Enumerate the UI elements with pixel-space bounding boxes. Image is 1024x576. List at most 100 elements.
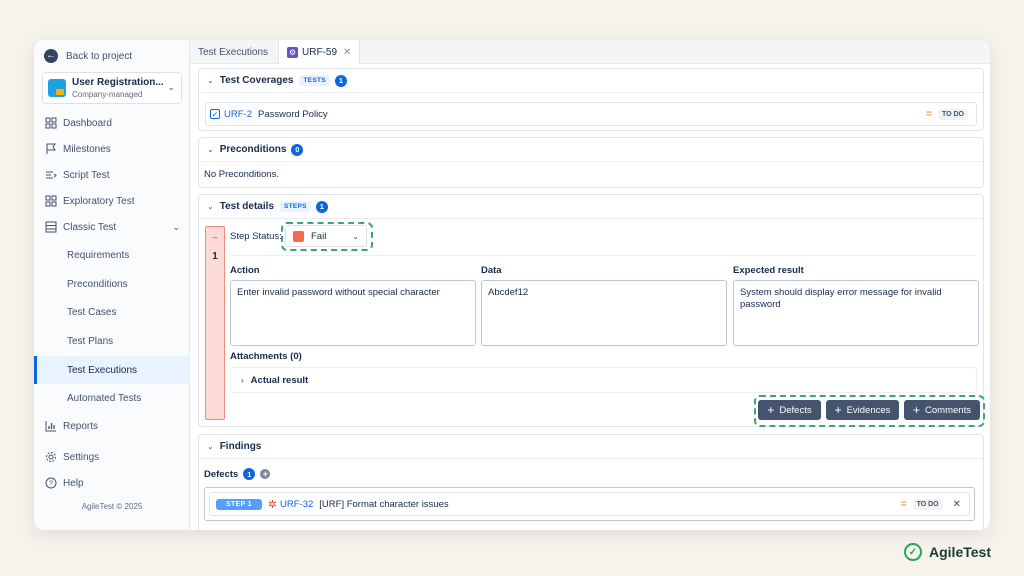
- copyright-text: AgileTest © 2025: [81, 502, 143, 511]
- tab-urf-59[interactable]: ⚙ URF-59 ✕: [278, 40, 361, 64]
- count-badge: 1: [334, 74, 347, 87]
- sidebar-item-label: Dashboard: [63, 117, 112, 129]
- gear-icon: [45, 451, 57, 463]
- script-icon: [45, 169, 57, 181]
- chart-icon: [45, 420, 57, 432]
- chevron-down-icon: ⌄: [207, 145, 214, 154]
- sidebar-item-preconditions[interactable]: Preconditions: [34, 270, 190, 298]
- sidebar-item-label: Help: [63, 477, 84, 489]
- brand-name: AgileTest: [929, 544, 991, 560]
- defects-header: Defects 1 +: [204, 468, 271, 480]
- sidebar-item-classic-test[interactable]: Classic Test ⌄: [34, 214, 190, 240]
- add-defects-button[interactable]: + Defects: [758, 400, 821, 420]
- count-badge: 1: [243, 468, 256, 480]
- sidebar-item-label: Exploratory Test: [63, 195, 135, 207]
- back-to-project-link[interactable]: ← Back to project: [44, 45, 132, 67]
- data-field[interactable]: Abcdef12: [481, 280, 727, 346]
- plus-icon: +: [913, 403, 921, 417]
- sidebar-item-label: Preconditions: [67, 278, 128, 290]
- section-title: Test details: [219, 201, 274, 212]
- help-icon: ?: [45, 477, 57, 489]
- findings-panel: ⌄ Findings Defects 1 + STEP 1 ✲ URF-32 […: [198, 434, 984, 530]
- issue-key-link[interactable]: URF-2: [224, 109, 252, 120]
- expected-result-field[interactable]: System should display error message for …: [733, 280, 979, 346]
- svg-text:?: ?: [49, 481, 53, 488]
- action-field[interactable]: Enter invalid password without special c…: [230, 280, 476, 346]
- preconditions-header[interactable]: ⌄ Preconditions 0: [199, 138, 983, 162]
- section-title: Preconditions: [219, 144, 287, 155]
- add-evidences-button[interactable]: + Evidences: [826, 400, 899, 420]
- sidebar-item-exploratory-test[interactable]: Exploratory Test: [34, 188, 190, 214]
- defect-title: [URF] Format character issues: [319, 498, 449, 510]
- status-badge: TO DO: [937, 108, 968, 120]
- tab-label: URF-59: [302, 46, 338, 58]
- sidebar-item-test-plans[interactable]: Test Plans: [34, 327, 190, 355]
- steps-lozenge: STEPS: [279, 201, 311, 212]
- no-preconditions-text: No Preconditions.: [204, 169, 279, 180]
- step-status-label: Step Status:: [230, 231, 282, 242]
- sidebar-item-label: Test Plans: [67, 335, 114, 347]
- add-comments-button[interactable]: + Comments: [904, 400, 980, 420]
- back-label: Back to project: [66, 50, 133, 62]
- tab-test-executions[interactable]: Test Executions: [198, 40, 268, 64]
- sidebar-item-label: Script Test: [63, 169, 110, 181]
- add-defect-icon[interactable]: +: [260, 469, 271, 479]
- chevron-down-icon: ⌄: [207, 442, 214, 451]
- chevron-down-icon: ⌄: [207, 76, 214, 85]
- sidebar-item-requirements[interactable]: Requirements: [34, 241, 190, 269]
- action-label: Action: [230, 265, 260, 276]
- coverage-item[interactable]: ✓ URF-2 Password Policy = TO DO: [205, 102, 977, 126]
- priority-medium-icon: =: [900, 498, 907, 510]
- tests-lozenge: TESTS: [299, 75, 330, 86]
- project-type: Company-managed: [72, 90, 143, 99]
- test-details-header[interactable]: ⌄ Test details STEPS 1: [199, 195, 983, 219]
- sidebar-item-help[interactable]: ? Help: [34, 470, 190, 496]
- chevron-right-icon: ›: [241, 375, 244, 385]
- grid-icon: [45, 117, 57, 129]
- chevron-down-icon: ⌄: [167, 82, 175, 92]
- test-coverages-header[interactable]: ⌄ Test Coverages TESTS 1: [199, 69, 983, 93]
- sidebar-item-label: Test Cases: [67, 306, 117, 318]
- sidebar-item-dashboard[interactable]: Dashboard: [34, 110, 190, 136]
- checkbox-icon: ✓: [210, 109, 220, 119]
- expected-result-label: Expected result: [733, 265, 804, 276]
- defect-list: STEP 1 ✲ URF-32 [URF] Format character i…: [204, 487, 975, 521]
- sidebar-item-script-test[interactable]: Script Test: [34, 162, 190, 188]
- section-title: Test Coverages: [219, 75, 294, 86]
- chevron-down-icon: ⌄: [172, 221, 180, 232]
- defect-key-link[interactable]: URF-32: [280, 499, 313, 510]
- step-status-select[interactable]: Fail ⌄: [285, 225, 367, 247]
- agiletest-logo: ✓ AgileTest: [904, 543, 991, 561]
- remove-icon[interactable]: ✕: [953, 499, 961, 510]
- sidebar-item-test-cases[interactable]: Test Cases: [34, 298, 190, 326]
- defect-item[interactable]: STEP 1 ✲ URF-32 [URF] Format character i…: [209, 492, 970, 516]
- findings-header[interactable]: ⌄ Findings: [199, 435, 983, 459]
- collapse-step-icon: –: [212, 233, 218, 242]
- step-status-column[interactable]: – 1: [205, 226, 225, 420]
- sidebar-item-label: Reports: [63, 420, 99, 432]
- bug-icon: ✲: [267, 498, 278, 511]
- step-number: 1: [212, 251, 218, 262]
- tab-label: Test Executions: [198, 46, 269, 58]
- actual-result-toggle[interactable]: › Actual result: [230, 367, 977, 393]
- sidebar-item-milestones[interactable]: Milestones: [34, 136, 190, 162]
- sidebar-item-settings[interactable]: Settings: [34, 444, 190, 470]
- preconditions-panel: ⌄ Preconditions 0 No Preconditions.: [198, 137, 984, 188]
- test-execution-icon: ⚙: [287, 46, 298, 58]
- test-details-panel: ⌄ Test details STEPS 1 – 1 Step Status: …: [198, 194, 985, 427]
- step-tag: STEP 1: [216, 498, 262, 510]
- button-label: Evidences: [846, 404, 891, 416]
- section-title: Findings: [219, 441, 262, 452]
- issue-title: Password Policy: [257, 108, 328, 120]
- sidebar-item-reports[interactable]: Reports: [34, 413, 190, 439]
- sidebar-item-test-executions[interactable]: Test Executions: [34, 356, 190, 384]
- project-selector[interactable]: User Registration... Company-managed ⌄: [42, 72, 182, 104]
- sidebar-item-label: Requirements: [67, 249, 130, 261]
- sidebar-item-label: Settings: [63, 451, 100, 463]
- sidebar: ← Back to project User Registration... C…: [34, 40, 190, 530]
- sidebar-item-automated-tests[interactable]: Automated Tests: [34, 384, 190, 412]
- arrow-left-icon: ←: [44, 49, 58, 63]
- close-icon[interactable]: ✕: [343, 47, 351, 58]
- data-label: Data: [481, 265, 502, 276]
- step-status-value: Fail: [311, 230, 327, 242]
